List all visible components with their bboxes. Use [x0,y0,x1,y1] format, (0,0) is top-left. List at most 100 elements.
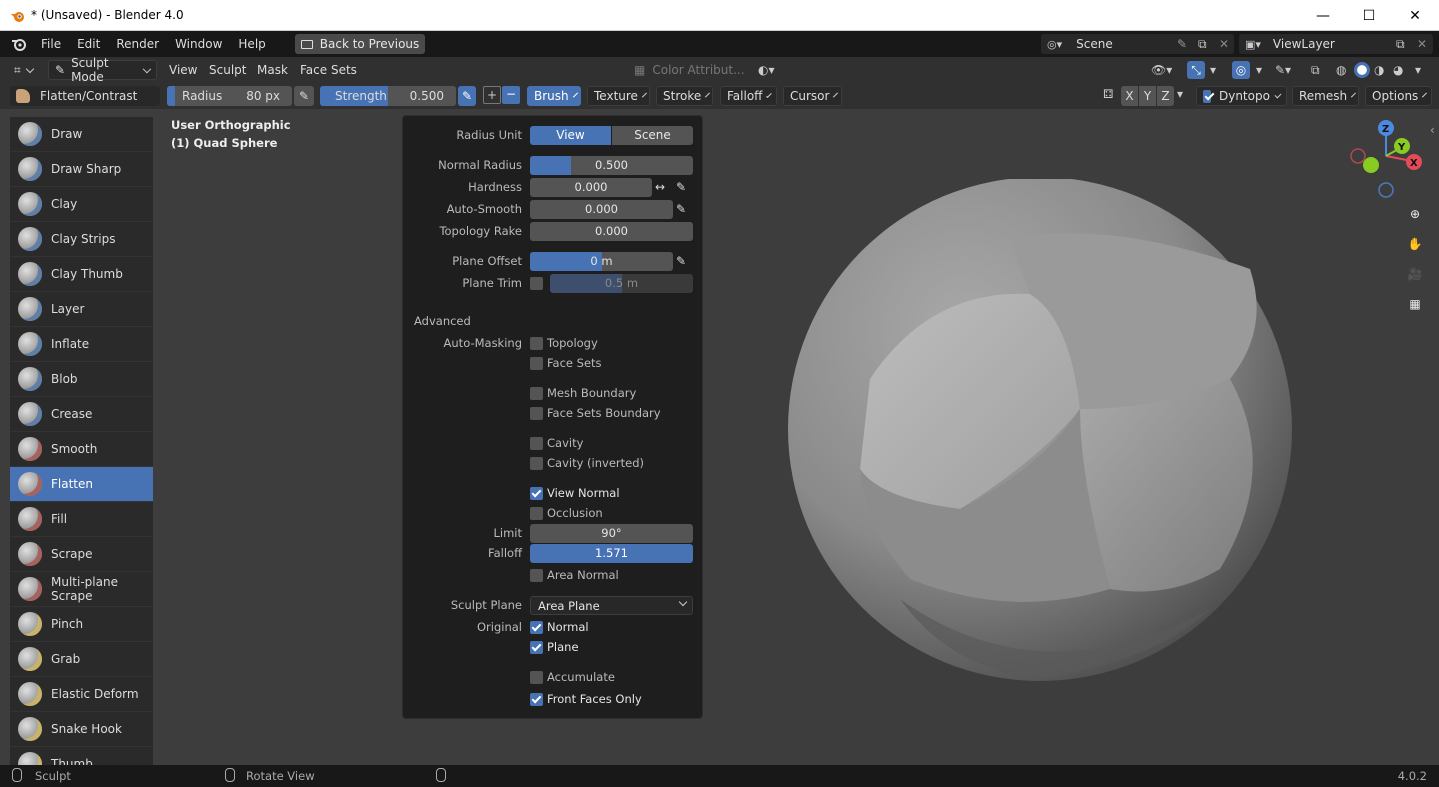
gizmo-dropdown-icon[interactable]: ▾ [1210,63,1216,77]
tool-elastic-deform[interactable]: Elastic Deform [10,677,153,712]
plane-offset-pressure-icon[interactable]: ✎ [676,254,686,268]
advanced-header[interactable]: Advanced [414,314,471,328]
tool-smooth[interactable]: Smooth [10,432,153,467]
header-menu-facesets[interactable]: Face Sets [300,63,357,77]
tool-multi-plane-scrape[interactable]: Multi-plane Scrape [10,572,153,607]
dyntopo-checkbox[interactable] [1203,89,1211,103]
tool-draw[interactable]: Draw [10,117,153,152]
tool-crease[interactable]: Crease [10,397,153,432]
menu-edit[interactable]: Edit [69,33,108,55]
strength-pressure-icon[interactable]: ✎ [458,86,476,106]
tool-snake-hook[interactable]: Snake Hook [10,712,153,747]
stroke-dropdown[interactable]: Stroke [656,86,713,106]
tool-clay[interactable]: Clay [10,187,153,222]
sidebar-toggle-icon[interactable]: ‹ [1430,123,1435,137]
falloff-dropdown[interactable]: Falloff [720,86,777,106]
menu-help[interactable]: Help [230,33,273,55]
dyntopo-dropdown[interactable]: Dyntopo [1196,86,1287,106]
wireframe-shading-icon[interactable]: ◍ [1336,63,1346,77]
cavity-checkbox[interactable] [530,436,543,450]
hardness-field[interactable]: 0.000 [530,177,652,197]
pan-hand-icon[interactable]: ✋ [1402,231,1428,257]
overlay-toggle-icon[interactable]: ◎ [1232,61,1250,79]
hardness-pressure-icon[interactable]: ✎ [676,180,686,194]
plane-trim-slider[interactable]: 0.5 m [550,273,693,293]
new-scene-icon[interactable]: ⧉ [1198,37,1207,52]
tool-fill[interactable]: Fill [10,502,153,537]
back-to-previous-button[interactable]: Back to Previous [294,34,426,54]
normal-radius-slider[interactable]: 0.500 [530,155,693,175]
blender-menu-icon[interactable] [11,36,27,52]
remesh-dropdown[interactable]: Remesh [1292,86,1359,106]
viewlayer-selector[interactable]: ▣▾ ViewLayer ⧉ ✕ [1239,34,1433,54]
editor-type-dropdown[interactable]: ⌗ [8,60,42,80]
tool-pinch[interactable]: Pinch [10,607,153,642]
cursor-dropdown[interactable]: Cursor [783,86,842,106]
menu-file[interactable]: File [33,33,69,55]
limit-field[interactable]: 90° [530,523,693,543]
tool-blob[interactable]: Blob [10,362,153,397]
radius-unit-view-button[interactable]: View [530,125,611,145]
xray-icon[interactable]: ⧉ [1311,63,1320,78]
tool-clay-strips[interactable]: Clay Strips [10,222,153,257]
direction-add-button[interactable]: + [483,86,501,104]
texture-dropdown[interactable]: Texture [587,86,650,106]
rendered-shading-icon[interactable]: ◕ [1393,63,1403,77]
menu-render[interactable]: Render [108,33,167,55]
tool-grab[interactable]: Grab [10,642,153,677]
tool-scrape[interactable]: Scrape [10,537,153,572]
gizmo-toggle-icon[interactable]: ⤡ [1187,61,1205,79]
cavity-inverted-checkbox[interactable] [530,456,543,470]
brush-dropdown[interactable]: Brush [527,86,581,106]
topology-rake-field[interactable]: 0.000 [530,221,693,241]
remove-viewlayer-icon[interactable]: ✕ [1417,37,1427,51]
strength-slider[interactable]: Strength 0.500 [320,86,456,106]
face-sets-checkbox[interactable] [530,356,543,370]
original-plane-checkbox[interactable] [530,640,543,654]
tool-flatten[interactable]: Flatten [10,467,153,502]
camera-icon[interactable]: 🎥 [1402,261,1428,287]
view-normal-checkbox[interactable] [530,486,543,500]
tool-layer[interactable]: Layer [10,292,153,327]
3d-viewport[interactable]: User Orthographic (1) Quad Sphere Z X Y … [0,109,1439,765]
sculpt-plane-dropdown[interactable]: Area Plane [530,595,693,615]
area-normal-checkbox[interactable] [530,568,543,582]
plane-offset-slider[interactable]: 0 m [530,251,673,271]
mesh-boundary-checkbox[interactable] [530,386,543,400]
radius-pressure-icon[interactable]: ✎ [294,86,314,106]
zoom-icon[interactable]: ⊕ [1402,201,1428,227]
accumulate-checkbox[interactable] [530,670,543,684]
radius-slider[interactable]: Radius 80 px [167,86,292,106]
mesh-edit-overlay-icon[interactable]: ✎▾ [1275,63,1291,77]
maximize-button[interactable]: ☐ [1346,0,1392,31]
symmetry-dropdown-icon[interactable]: ▾ [1177,87,1183,101]
header-menu-sculpt[interactable]: Sculpt [209,63,246,77]
material-shading-icon[interactable]: ◑ [1374,63,1384,77]
remove-scene-icon[interactable]: ✕ [1219,37,1229,51]
hardness-invert-icon[interactable]: ↔ [655,180,665,194]
autosmooth-pressure-icon[interactable]: ✎ [676,202,686,216]
pin-icon[interactable]: ✎ [1177,37,1187,51]
plane-trim-checkbox[interactable] [530,276,543,290]
shading-dropdown-icon[interactable]: ▾ [1415,63,1421,77]
face-sets-boundary-checkbox[interactable] [530,406,543,420]
options-dropdown[interactable]: Options [1365,86,1432,106]
tool-clay-thumb[interactable]: Clay Thumb [10,257,153,292]
occlusion-checkbox[interactable] [530,506,543,520]
symmetry-z-button[interactable]: Z [1157,86,1174,106]
tool-draw-sharp[interactable]: Draw Sharp [10,152,153,187]
autosmooth-field[interactable]: 0.000 [530,199,673,219]
tool-thumb[interactable]: Thumb [10,747,153,765]
direction-subtract-button[interactable]: − [502,86,520,104]
visibility-icon[interactable]: 👁▾ [1151,63,1172,77]
overlay-dropdown-icon[interactable]: ▾ [1256,63,1262,77]
menu-window[interactable]: Window [167,33,230,55]
mode-dropdown[interactable]: ✎ Sculpt Mode [48,56,157,84]
ortho-grid-icon[interactable]: ▦ [1402,291,1428,317]
header-menu-view[interactable]: View [169,63,197,77]
header-menu-mask[interactable]: Mask [257,63,288,77]
new-viewlayer-icon[interactable]: ⧉ [1396,37,1405,52]
navigation-gizmo[interactable]: Z X Y [1350,118,1430,198]
front-faces-only-checkbox[interactable] [530,692,543,706]
close-button[interactable]: ✕ [1392,0,1438,31]
